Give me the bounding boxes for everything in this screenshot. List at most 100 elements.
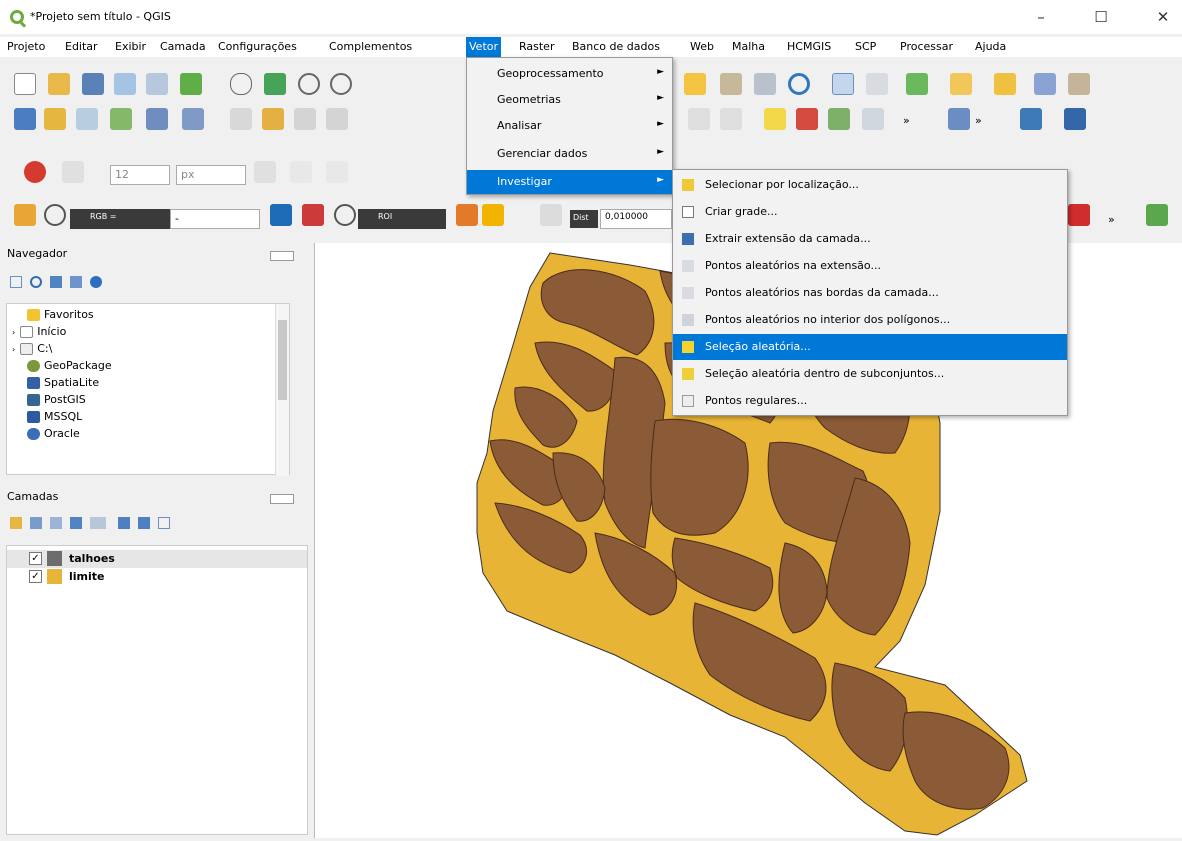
help-icon[interactable]	[1064, 108, 1086, 130]
field-calculator-icon[interactable]	[1068, 73, 1090, 95]
label-move-icon[interactable]	[862, 108, 884, 130]
tree-item-postgis[interactable]: PostGIS	[27, 393, 86, 409]
close-button[interactable]: ✕	[1146, 6, 1180, 28]
menu-item-selecao-aleatoria[interactable]: Seleção aleatória...	[673, 334, 1067, 360]
zoom-rgb-icon[interactable]	[44, 204, 66, 226]
scp-zoom-roi-icon[interactable]	[334, 204, 356, 226]
menu-item-geometrias[interactable]: Geometrias ►	[467, 88, 672, 112]
menu-item-pontos-regulares[interactable]: Pontos regulares...	[673, 388, 1067, 414]
action-icon[interactable]	[866, 73, 888, 95]
browser-scrollbar[interactable]	[275, 304, 289, 476]
edit-pencil-icon[interactable]	[110, 108, 132, 130]
menu-item-analisar[interactable]: Analisar ►	[467, 114, 672, 138]
scrollbar-thumb[interactable]	[278, 320, 287, 400]
scp-tools-icon[interactable]	[1146, 204, 1168, 226]
pan-icon[interactable]	[230, 73, 252, 95]
scp-bookmark-icon[interactable]	[456, 204, 478, 226]
tree-item-c-drive[interactable]: › C:\	[12, 342, 52, 358]
layer-visibility-checkbox[interactable]: ✓	[29, 570, 42, 583]
menu-raster[interactable]: Raster	[519, 40, 554, 53]
menu-item-pontos-aleatorios-bordas[interactable]: Pontos aleatórios nas bordas da camada..…	[673, 280, 1067, 306]
menu-item-pontos-aleatorios-extensao[interactable]: Pontos aleatórios na extensão...	[673, 253, 1067, 279]
toolbar-more-button[interactable]: »	[903, 114, 910, 127]
label-icon[interactable]	[764, 108, 786, 130]
pan-to-selection-icon[interactable]	[264, 73, 286, 95]
layout-manager-icon[interactable]	[146, 73, 168, 95]
filter-legend-icon[interactable]	[70, 517, 82, 529]
menu-malha[interactable]: Malha	[732, 40, 765, 53]
csv-layer-icon[interactable]	[76, 108, 98, 130]
zoom-out-icon[interactable]	[330, 73, 352, 95]
scp-plus-icon[interactable]	[482, 204, 504, 226]
python-console-icon[interactable]	[1020, 108, 1042, 130]
scp-dock-icon[interactable]	[14, 204, 36, 226]
scp-circle-icon[interactable]	[540, 204, 562, 226]
add-selected-icon[interactable]	[10, 276, 22, 288]
refresh-icon[interactable]	[788, 73, 810, 95]
panel-float-close-icon[interactable]	[270, 494, 294, 504]
menu-item-selecionar-por-localizacao[interactable]: Selecionar por localização...	[673, 172, 1067, 198]
menu-item-investigar[interactable]: Investigar ►	[467, 170, 672, 194]
menu-item-geoprocessamento[interactable]: Geoprocessamento ►	[467, 62, 672, 86]
menu-editar[interactable]: Editar	[65, 40, 98, 53]
select-features-icon[interactable]	[906, 73, 928, 95]
properties-icon[interactable]	[90, 276, 102, 288]
split-icon[interactable]	[290, 161, 312, 183]
toggle-editing-icon[interactable]	[230, 108, 252, 130]
menu-item-extrair-extensao[interactable]: Extrair extensão da camada...	[673, 226, 1067, 252]
save-project-icon[interactable]	[82, 73, 104, 95]
collapse-all-layers-icon[interactable]	[138, 517, 150, 529]
visibility-icon[interactable]	[50, 517, 62, 529]
menu-item-criar-grade[interactable]: Criar grade...	[673, 199, 1067, 225]
tree-item-spatialite[interactable]: SpatiaLite	[27, 376, 99, 392]
deselect-icon[interactable]	[994, 73, 1016, 95]
band-combo[interactable]: -	[170, 209, 260, 229]
menu-web[interactable]: Web	[690, 40, 714, 53]
unit-select[interactable]: px	[176, 165, 246, 185]
label-pin-icon[interactable]	[796, 108, 818, 130]
layer-item-limite[interactable]: ✓ limite	[7, 568, 307, 586]
measure-icon[interactable]	[948, 108, 970, 130]
filter-icon[interactable]	[50, 276, 62, 288]
label-highlight-icon[interactable]	[828, 108, 850, 130]
tree-item-favoritos[interactable]: Favoritos	[27, 308, 94, 324]
virtual-layer-icon[interactable]	[182, 108, 204, 130]
menu-exibir[interactable]: Exibir	[115, 40, 146, 53]
add-database-icon[interactable]	[146, 108, 168, 130]
menu-item-selecao-aleatoria-subconjuntos[interactable]: Seleção aleatória dentro de subconjuntos…	[673, 361, 1067, 387]
menu-configuracoes[interactable]: Configurações	[218, 40, 297, 53]
bezier-icon[interactable]	[254, 161, 276, 183]
snapping-icon[interactable]	[62, 161, 84, 183]
tree-item-geopackage[interactable]: GeoPackage	[27, 359, 112, 375]
layer-styling-icon[interactable]	[14, 108, 36, 130]
tree-item-mssql[interactable]: MSSQL	[27, 410, 82, 426]
toolbar-more-button-2[interactable]: »	[975, 114, 982, 127]
show-bookmarks-icon[interactable]	[754, 73, 776, 95]
open-project-icon[interactable]	[48, 73, 70, 95]
scp-run-icon[interactable]	[1068, 204, 1090, 226]
filter-expression-icon[interactable]	[90, 517, 106, 529]
identify-icon[interactable]	[832, 73, 854, 95]
redo-icon[interactable]	[720, 108, 742, 130]
add-layer-icon[interactable]	[684, 73, 706, 95]
bookmark-icon[interactable]	[720, 73, 742, 95]
magnet-icon[interactable]	[24, 161, 46, 183]
maximize-button[interactable]: ☐	[1084, 6, 1118, 28]
menu-item-gerenciar-dados[interactable]: Gerenciar dados ►	[467, 142, 672, 166]
new-project-icon[interactable]	[14, 73, 36, 95]
panel-float-close-icon[interactable]	[270, 251, 294, 261]
refresh-browser-icon[interactable]	[30, 276, 42, 288]
menu-processar[interactable]: Processar	[900, 40, 953, 53]
menu-item-pontos-aleatorios-poligonos[interactable]: Pontos aleatórios no interior dos polígo…	[673, 307, 1067, 333]
layer-visibility-checkbox[interactable]: ✓	[29, 552, 42, 565]
style-layer-icon[interactable]	[10, 517, 22, 529]
menu-hcmgis[interactable]: HCMGIS	[787, 40, 831, 53]
layer-item-talhoes[interactable]: ✓ talhoes	[7, 550, 307, 568]
menu-complementos[interactable]: Complementos	[329, 40, 412, 53]
undo-icon[interactable]	[688, 108, 710, 130]
expand-arrow-icon[interactable]: ›	[12, 328, 15, 337]
collapse-all-icon[interactable]	[70, 276, 82, 288]
minimize-button[interactable]: –	[1024, 6, 1058, 28]
font-size-input[interactable]: 12	[110, 165, 170, 185]
menu-camada[interactable]: Camada	[160, 40, 206, 53]
